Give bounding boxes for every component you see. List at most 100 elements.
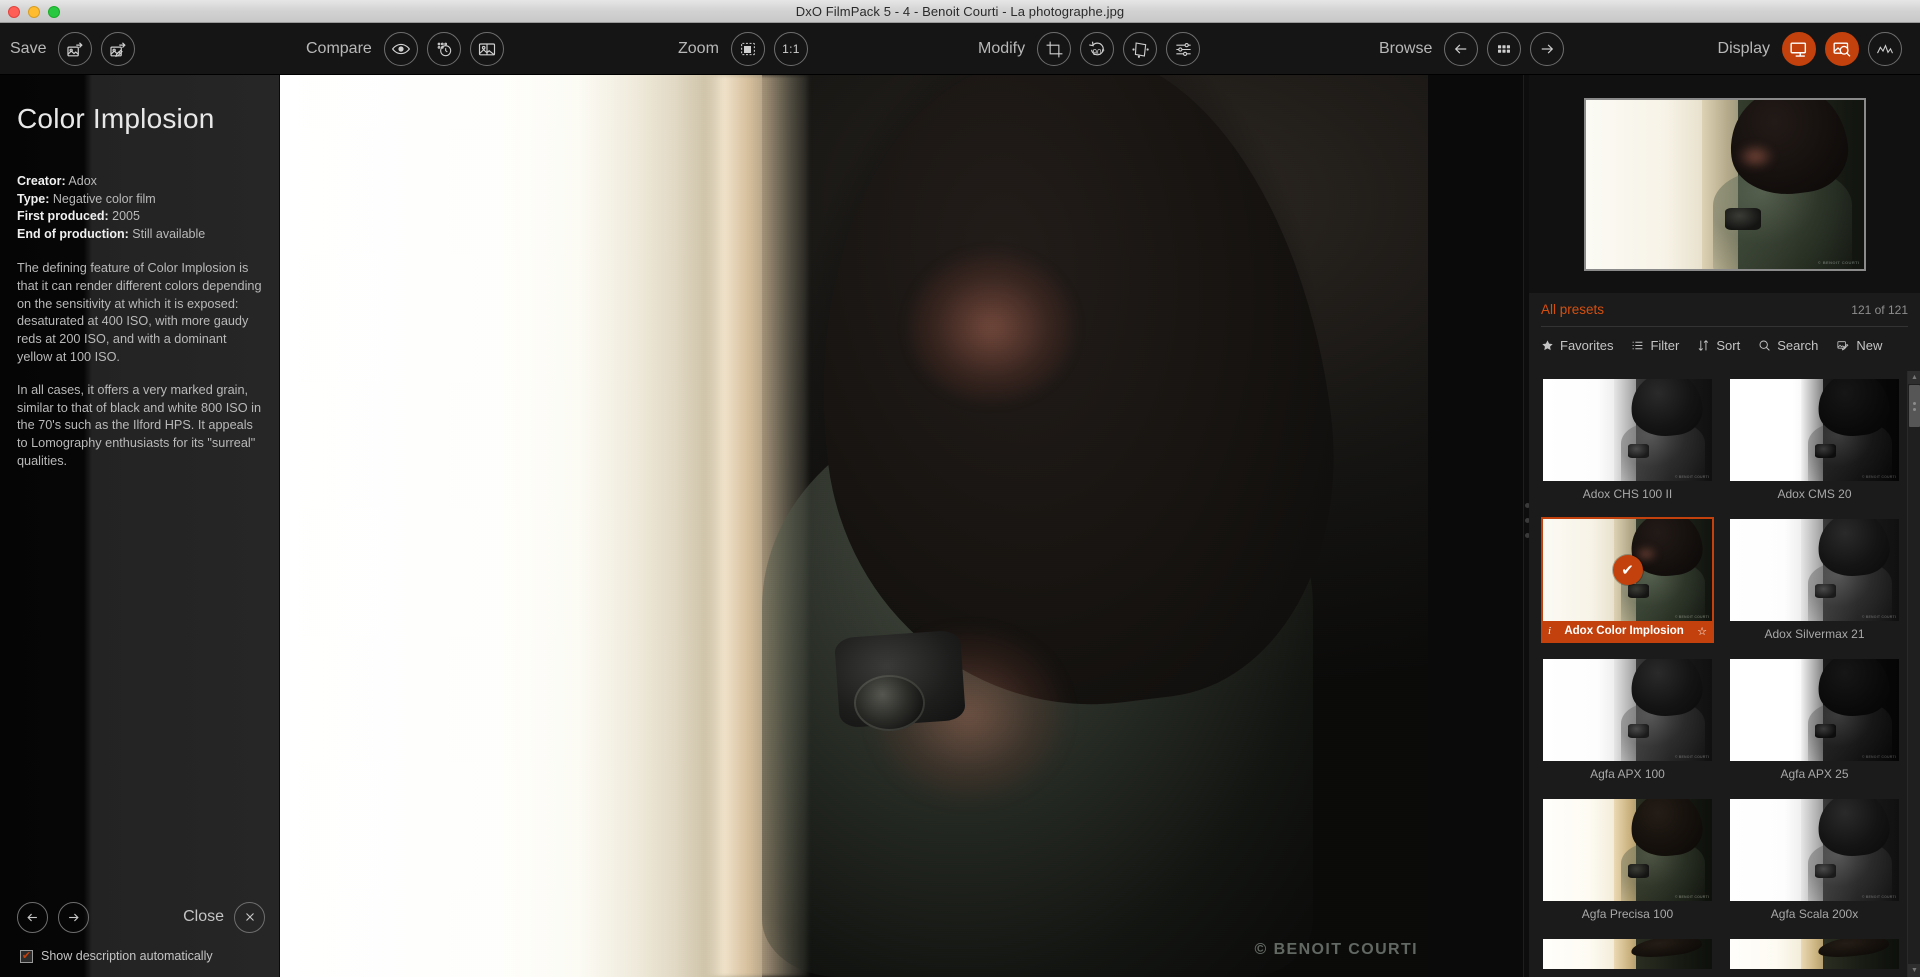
description-paragraph-1: The defining feature of Color Implosion … <box>17 261 262 364</box>
crop-button[interactable] <box>1037 32 1072 66</box>
preset-thumbnail[interactable]: © BENOIT COURTI <box>1543 379 1712 481</box>
zoom-ratio-label: 1:1 <box>782 42 800 56</box>
main-photo[interactable]: © BENOIT COURTI <box>280 75 1428 977</box>
presets-filter-button[interactable]: Filter <box>1631 338 1679 353</box>
description-paragraph-2: In all cases, it offers a very marked gr… <box>17 382 262 468</box>
description-previous-button[interactable] <box>17 901 48 933</box>
sort-arrows-icon <box>1698 339 1709 351</box>
image-viewer-area[interactable]: © BENOIT COURTI <box>279 75 1523 977</box>
display-loupe-view-button[interactable] <box>1825 32 1859 66</box>
preset-cell-adox-cms-20[interactable]: © BENOIT COURTI Adox CMS 20 <box>1730 379 1899 501</box>
rotate-90-button[interactable]: 90° <box>1080 32 1115 66</box>
scroll-up-arrow[interactable]: ▲ <box>1908 371 1920 384</box>
preset-thumbnail[interactable]: © BENOIT COURTI <box>1543 799 1712 901</box>
browse-grid-button[interactable] <box>1487 32 1522 66</box>
preset-row-partial <box>1529 939 1907 969</box>
preview-thumbnail-image <box>1585 99 1864 269</box>
window-title: DxO FilmPack 5 - 4 - Benoit Courti - La … <box>795 3 1125 19</box>
presets-header: All presets 121 of 121 <box>1541 293 1908 327</box>
browse-label: Browse <box>1379 40 1433 57</box>
rotate-angle-label: 90° <box>1092 47 1105 57</box>
preset-thumbnail[interactable]: © BENOIT COURTI <box>1730 379 1899 481</box>
show-description-checkbox[interactable]: ✔ <box>20 949 33 963</box>
preset-thumbnail[interactable]: © BENOIT COURTI <box>1730 659 1899 761</box>
metadata-value-end-of-production: Still available <box>128 226 206 241</box>
preset-thumbnail[interactable] <box>1730 939 1899 969</box>
presets-toolbar: Favorites Filter Sort Search New <box>1529 327 1920 363</box>
description-nav-row: Close <box>0 891 279 943</box>
close-window-button[interactable] <box>8 6 20 18</box>
display-label: Display <box>1717 40 1770 57</box>
preset-cell-adox-chs-100-ii[interactable]: © BENOIT COURTI Adox CHS 100 II <box>1543 379 1712 501</box>
presets-new-button[interactable]: New <box>1836 338 1882 353</box>
description-next-button[interactable] <box>58 901 89 933</box>
main-toolbar: Save Compare Zoom 1:1 Modify 90° Browse … <box>0 23 1920 75</box>
scrollbar-thumb[interactable] <box>1909 385 1920 427</box>
zoom-1to1-button[interactable]: 1:1 <box>773 32 808 66</box>
close-description-button[interactable] <box>234 901 265 933</box>
zoom-label: Zoom <box>678 40 719 57</box>
show-description-row[interactable]: ✔ Show description automatically <box>0 943 279 977</box>
compare-before-after-button[interactable] <box>426 32 461 66</box>
metadata-value-creator: Adox <box>65 174 97 188</box>
histogram-button[interactable] <box>1868 32 1902 66</box>
description-close-group[interactable]: Close <box>183 901 265 933</box>
preview-eye-button[interactable] <box>383 32 418 66</box>
preset-thumbnail[interactable]: © BENOIT COURTI <box>1730 799 1899 901</box>
star-icon <box>1542 339 1553 350</box>
preset-label: Adox Silvermax 21 <box>1764 627 1865 641</box>
presets-favorites-button[interactable]: Favorites <box>1541 338 1613 353</box>
compare-label: Compare <box>306 40 372 57</box>
preset-favorite-star-icon[interactable]: ☆ <box>1697 625 1707 638</box>
toolbar-browse-group: Browse <box>1379 23 1565 75</box>
presets-favorites-label: Favorites <box>1560 337 1614 353</box>
metadata-value-type: Negative color film <box>49 191 156 206</box>
metadata-label-creator: Creator: <box>17 174 66 188</box>
preset-thumbnail[interactable] <box>1543 939 1712 969</box>
preset-info-icon[interactable]: i <box>1548 625 1551 637</box>
preset-cell-agfa-precisa-100[interactable]: © BENOIT COURTI Agfa Precisa 100 <box>1543 799 1712 921</box>
presets-grid[interactable]: © BENOIT COURTI Adox CHS 100 II © BENOIT… <box>1529 371 1907 977</box>
presets-header-label[interactable]: All presets <box>1541 302 1604 317</box>
preset-cell-adox-color-implosion[interactable]: © BENOIT COURTI ✔ i Adox Color Implosion… <box>1541 517 1714 643</box>
presets-sort-button[interactable]: Sort <box>1697 338 1740 353</box>
preset-cell-agfa-scala-200x[interactable]: © BENOIT COURTI Agfa Scala 200x <box>1730 799 1899 921</box>
preset-label: Agfa APX 100 <box>1590 767 1665 781</box>
search-icon <box>1759 340 1770 351</box>
metadata-label-end-of-production: End of production: <box>17 226 129 241</box>
preset-thumbnail[interactable]: © BENOIT COURTI <box>1730 519 1899 621</box>
preset-thumbnail[interactable]: © BENOIT COURTI <box>1543 659 1712 761</box>
minimize-window-button[interactable] <box>28 6 40 18</box>
zoom-fit-button[interactable] <box>730 32 765 66</box>
presets-search-button[interactable]: Search <box>1758 338 1818 353</box>
preset-cell-partial-right[interactable] <box>1730 939 1899 969</box>
scroll-down-arrow[interactable]: ▼ <box>1908 964 1920 977</box>
preset-cell-adox-silvermax-21[interactable]: © BENOIT COURTI Adox Silvermax 21 <box>1730 519 1899 641</box>
presets-new-label: New <box>1856 337 1883 353</box>
close-label: Close <box>183 908 224 925</box>
preset-cell-agfa-apx-25[interactable]: © BENOIT COURTI Agfa APX 25 <box>1730 659 1899 781</box>
toolbar-save-group: Save <box>10 23 136 75</box>
preset-thumbnail[interactable]: © BENOIT COURTI ✔ <box>1543 519 1712 621</box>
presets-search-label: Search <box>1777 337 1819 353</box>
browse-next-button[interactable] <box>1530 32 1565 66</box>
metadata-row-type: Type: Negative color film <box>17 191 279 209</box>
export-image-button[interactable] <box>58 32 93 66</box>
preview-thumbnail[interactable]: © BENOIT COURTI <box>1583 97 1866 271</box>
preset-row: © BENOIT COURTI Agfa Precisa 100 © BENOI… <box>1529 799 1907 921</box>
browse-previous-button[interactable] <box>1444 32 1479 66</box>
compare-image-button[interactable] <box>469 32 504 66</box>
toolbar-display-group: Display <box>1718 23 1902 75</box>
preset-cell-agfa-apx-100[interactable]: © BENOIT COURTI Agfa APX 100 <box>1543 659 1712 781</box>
presets-scrollbar[interactable]: ▲ ▼ <box>1907 371 1920 977</box>
maximize-window-button[interactable] <box>48 6 60 18</box>
preset-label: Agfa APX 25 <box>1780 767 1849 781</box>
preview-watermark: © BENOIT COURTI <box>1817 259 1860 265</box>
window-controls[interactable] <box>8 6 60 18</box>
preset-cell-partial-left[interactable] <box>1543 939 1712 969</box>
modify-label: Modify <box>978 40 1026 57</box>
perspective-button[interactable] <box>1123 32 1158 66</box>
adjust-sliders-button[interactable] <box>1166 32 1201 66</box>
display-single-view-button[interactable] <box>1782 32 1816 66</box>
export-and-edit-button[interactable] <box>101 32 136 66</box>
